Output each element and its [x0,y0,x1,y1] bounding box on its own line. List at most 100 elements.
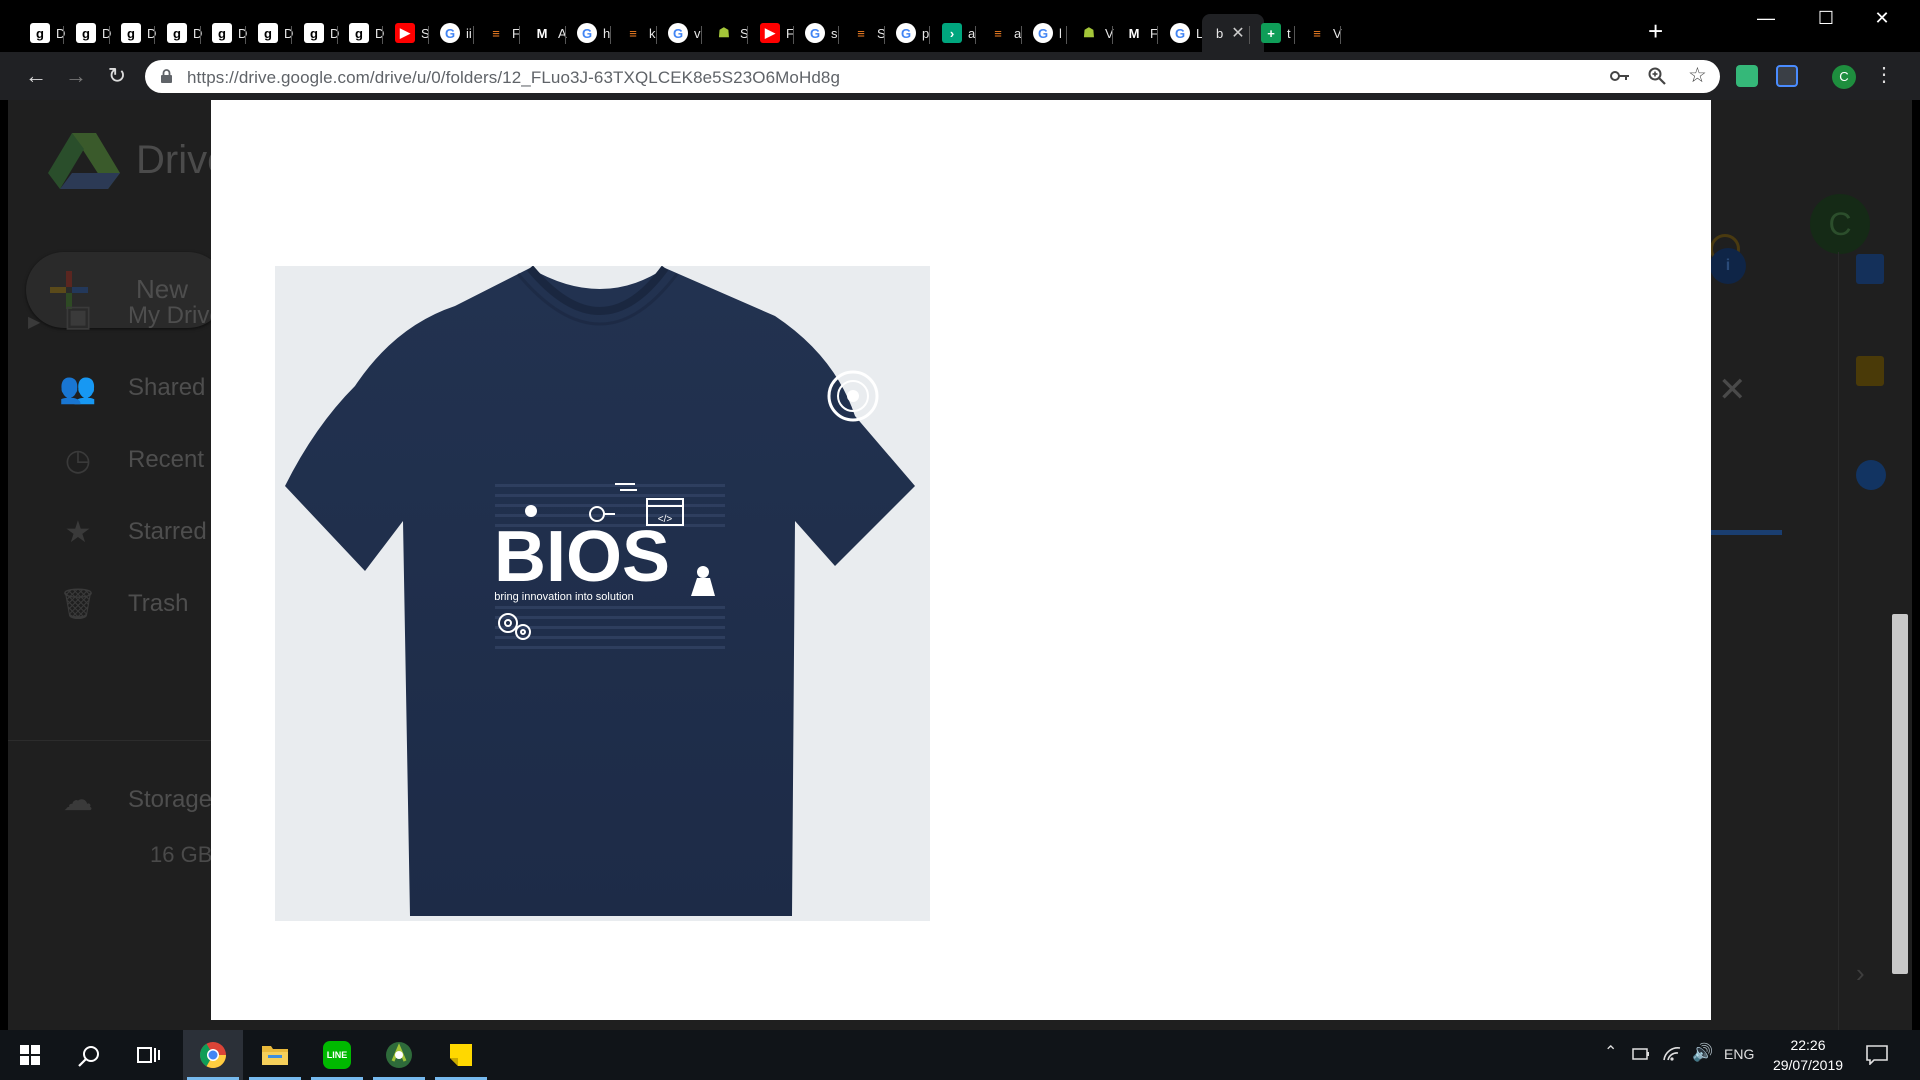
bookmark-star-icon[interactable]: ☆ [1688,63,1707,88]
android-icon: ☗ [1083,25,1095,40]
browser-tab[interactable]: gD [113,18,156,48]
browser-tab[interactable]: › a [934,18,975,48]
tab-separator [1066,26,1067,44]
browser-tab[interactable]: gD [341,18,384,48]
tab-title: v [694,25,701,41]
browser-tab[interactable]: gD [204,18,247,48]
browser-tab[interactable]: MF [1116,18,1158,48]
account-avatar[interactable]: C [1810,194,1870,254]
browser-tab[interactable]: ☗ V [1071,18,1114,48]
tab-separator [1340,26,1341,44]
browser-tab[interactable]: ≡ S [843,18,885,48]
browser-tab[interactable]: Gii [432,18,472,48]
tab-separator [291,26,292,44]
tab-separator [1112,26,1113,44]
stackoverflow-icon: ≡ [1313,25,1321,41]
minimize-button[interactable]: — [1746,8,1786,29]
youtube-icon: ▶ [760,23,780,43]
g-site-icon: g [76,23,96,43]
sidebar-item-trash[interactable]: 🗑 Trash [58,584,189,624]
details-tab-indicator [1710,530,1782,535]
task-view-icon[interactable] [137,1045,161,1065]
zoom-icon[interactable] [1648,67,1666,85]
info-icon[interactable]: i [1710,248,1746,284]
sidebar-item-starred[interactable]: ★ Starred [58,512,207,552]
sidebar-item-storage[interactable]: ☁ Storage [58,780,212,820]
extension-glasses-icon[interactable] [1776,65,1798,87]
tab-close-icon[interactable]: ✕ [1231,23,1244,43]
reload-icon[interactable]: ↻ [103,62,131,90]
calendar-icon[interactable] [1856,254,1884,284]
wifi-icon[interactable] [1662,1044,1682,1062]
browser-tab[interactable]: gD [22,18,65,48]
browser-tab[interactable]: Gp [888,18,929,48]
language-indicator[interactable]: ENG [1724,1046,1754,1062]
stackoverflow-icon: ≡ [629,25,637,41]
youtube-icon: ▶ [395,23,415,43]
taskbar-android-studio[interactable] [369,1030,429,1080]
tab-title: k [649,25,656,41]
tshirt-image[interactable]: </> BIOS bring innovation into solution [275,266,930,921]
browser-tab[interactable]: + t [1253,18,1291,48]
taskbar-sticky-notes[interactable] [431,1030,491,1080]
browser-tab[interactable]: gD [68,18,111,48]
sidebar-item-recent[interactable]: ◷ Recent [58,440,204,480]
star-icon: ★ [64,515,92,549]
browser-tab[interactable]: GL [1162,18,1203,48]
browser-tab[interactable]: gD [296,18,339,48]
browser-tab[interactable]: ≡ V [1299,18,1341,48]
windows-start-icon[interactable] [20,1045,40,1065]
sticky-notes-icon [450,1044,472,1066]
google-icon: G [896,23,916,43]
cloud-icon: ☁ [63,783,93,817]
address-bar[interactable]: https://drive.google.com/drive/u/0/folde… [145,60,1720,93]
maximize-button[interactable]: ☐ [1806,8,1846,29]
tab-separator [519,26,520,44]
taskbar-line[interactable]: LINE [307,1030,367,1080]
battery-icon[interactable] [1632,1047,1650,1061]
storage-value: 16 GB [150,842,213,867]
tasks-icon[interactable] [1856,460,1886,490]
profile-avatar[interactable]: C [1832,65,1856,89]
browser-tab[interactable]: ☗ S [706,18,749,48]
scrollbar-thumb[interactable] [1892,614,1908,974]
sidebar-item-label: Trash [128,590,189,617]
keep-icon[interactable] [1856,356,1884,386]
system-clock[interactable]: 22:26 29/07/2019 [1768,1035,1848,1075]
volume-icon[interactable]: 🔊 [1692,1043,1713,1063]
taskbar-file-explorer[interactable] [245,1030,305,1080]
taskbar-chrome[interactable] [183,1030,243,1080]
key-icon[interactable] [1610,70,1630,82]
browser-tab[interactable]: ≡ F [478,18,520,48]
close-window-button[interactable]: ✕ [1862,8,1902,29]
tab-separator [382,26,383,44]
browser-tab[interactable]: MA [524,18,567,48]
browser-tab[interactable]: Gl [1025,18,1062,48]
browser-tab[interactable]: ▶ F [752,18,794,48]
browser-tab[interactable]: Gs [797,18,838,48]
tshirt-graphic: </> BIOS bring innovation into solution [285,266,915,916]
chrome-menu-icon[interactable]: ⋮ [1874,62,1894,87]
notifications-icon[interactable] [1866,1045,1888,1065]
browser-tab[interactable]: Gh [569,18,610,48]
close-details-icon[interactable]: ✕ [1718,370,1747,410]
forward-arrow-icon[interactable]: → [62,62,90,90]
browser-tab[interactable]: gD [159,18,202,48]
expand-arrow-icon[interactable]: ▶ [28,312,40,332]
browser-tab[interactable]: Gv [660,18,701,48]
sidebar-item-label: Recent [128,446,205,473]
back-arrow-icon[interactable]: ← [22,62,50,90]
search-icon[interactable] [78,1045,100,1067]
sidebar-item-my-drive[interactable]: ▣ My Drive [58,296,223,336]
url-text[interactable]: https://drive.google.com/drive/u/0/folde… [187,68,840,88]
browser-tab[interactable]: ▶ S [387,18,430,48]
new-tab-button[interactable]: + [1648,18,1663,44]
extension-meet-icon[interactable] [1736,65,1758,87]
tab-separator [1249,26,1250,44]
browser-tab[interactable]: gD [250,18,293,48]
expand-panel-icon[interactable]: › [1856,958,1865,989]
tab-title: b [1216,25,1224,41]
browser-tab[interactable]: ≡ a [980,18,1021,48]
browser-tab[interactable]: ≡ k [615,18,656,48]
tray-overflow-icon[interactable]: ⌃ [1604,1042,1617,1062]
